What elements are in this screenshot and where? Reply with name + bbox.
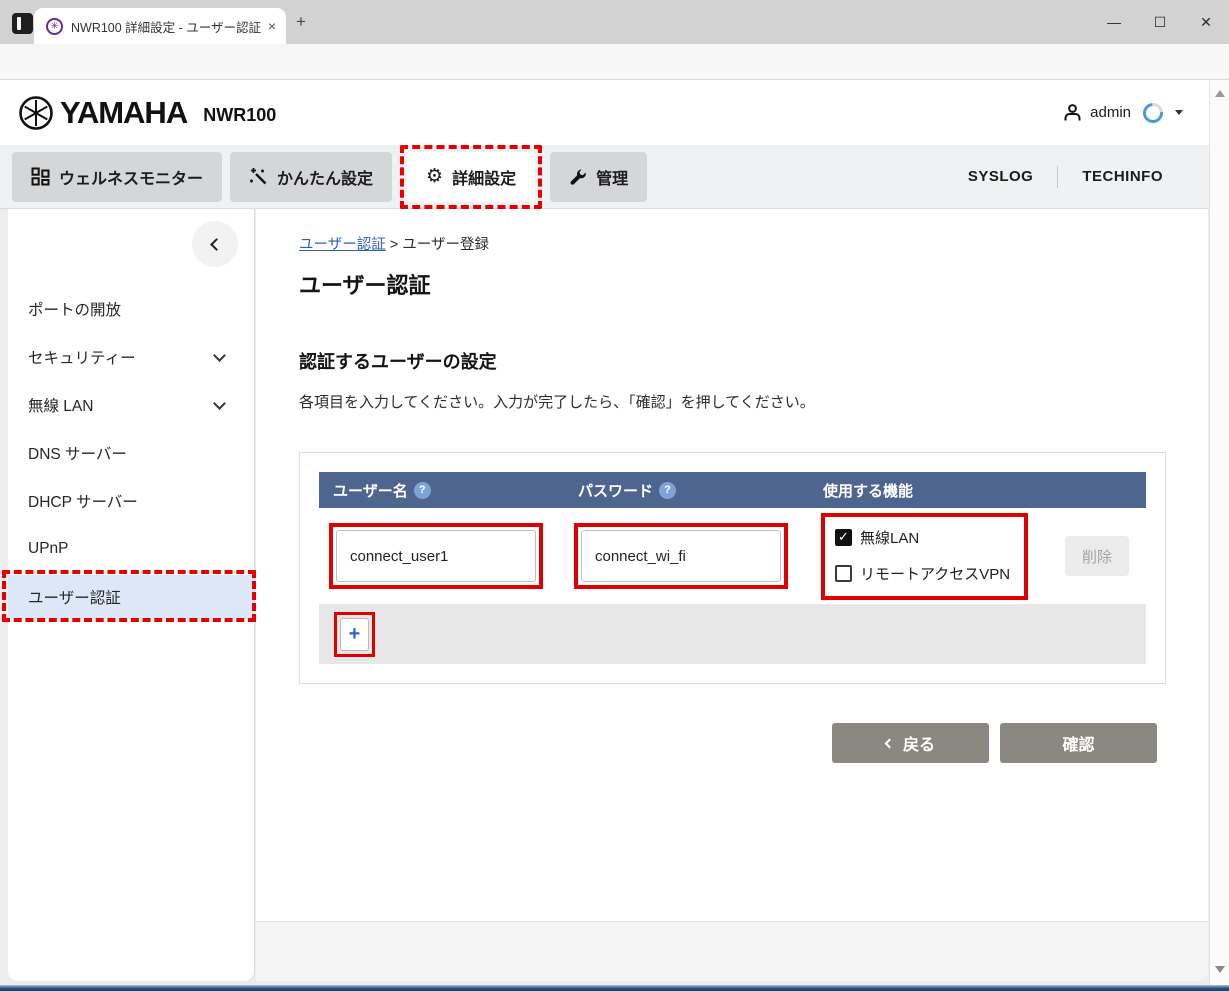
highlight-username-input (329, 523, 543, 589)
help-icon[interactable]: ? (414, 482, 431, 499)
sidebar-item-port-open[interactable]: ポートの開放 (8, 285, 254, 333)
app-header: YAMAHA NWR100 admin (0, 80, 1209, 145)
wrench-icon (569, 168, 587, 186)
add-row: + (319, 604, 1146, 664)
section-title: 認証するユーザーの設定 (299, 348, 1208, 374)
grid-icon (31, 167, 50, 186)
add-user-button[interactable]: + (340, 618, 369, 651)
wireless-lan-checkbox[interactable]: ✓ (835, 529, 852, 546)
maximize-button[interactable]: ☐ (1137, 0, 1183, 44)
breadcrumb: ユーザー認証 > ユーザー登録 (299, 233, 1208, 254)
sidebar-item-dhcp-server[interactable]: DHCP サーバー (8, 477, 254, 525)
yamaha-favicon-icon: ✳ (46, 18, 63, 35)
checkbox-label: 無線LAN (860, 527, 919, 548)
column-header-password: パスワード (578, 480, 653, 501)
tab-wellness-monitor[interactable]: ウェルネスモニター (12, 152, 222, 202)
column-header-features: 使用する機能 (823, 480, 913, 501)
sidebar-item-security[interactable]: セキュリティー (8, 333, 254, 381)
page-footer (256, 921, 1208, 981)
loading-spinner-icon (1139, 98, 1167, 126)
yamaha-logo-icon (18, 95, 54, 131)
techinfo-link[interactable]: TECHINFO (1082, 168, 1163, 185)
back-button[interactable]: 戻る (832, 723, 989, 763)
breadcrumb-separator: > (390, 237, 398, 253)
account-caret-icon[interactable] (1175, 110, 1183, 115)
main-navbar: ウェルネスモニター かんたん設定 ⚙ 詳細設定 管理 SYSLOG TECHIN… (0, 145, 1209, 209)
table-row: ✓ 無線LAN リモートアクセスVPN 削除 (319, 508, 1146, 604)
scroll-down-icon[interactable] (1215, 966, 1225, 973)
browser-titlebar: ✳ NWR100 詳細設定 - ユーザー認証 × + — ☐ ✕ (0, 0, 1229, 44)
delete-button[interactable]: 削除 (1065, 536, 1129, 576)
highlight-feature-checkboxes: ✓ 無線LAN リモートアクセスVPN (821, 513, 1028, 600)
minimize-button[interactable]: — (1091, 0, 1137, 44)
nav-tab-label: 管理 (596, 165, 628, 189)
window-controls: — ☐ ✕ (1091, 0, 1229, 44)
breadcrumb-current: ユーザー登録 (402, 237, 489, 253)
main-content: ユーザー認証 > ユーザー登録 ユーザー認証 認証するユーザーの設定 各項目を入… (256, 209, 1208, 921)
chevron-down-icon (213, 349, 226, 362)
nav-tab-label: ウェルネスモニター (59, 165, 203, 189)
highlight-add-button: + (334, 612, 375, 657)
gear-icon: ⚙ (426, 167, 443, 186)
section-description: 各項目を入力してください。入力が完了したら、「確認」を押してください。 (299, 391, 1208, 412)
chevron-left-icon (885, 738, 895, 748)
remote-access-vpn-checkbox[interactable] (835, 565, 852, 582)
page-scrollbar[interactable] (1209, 80, 1229, 985)
nav-divider (1057, 166, 1058, 188)
column-header-username: ユーザー名 (333, 480, 408, 501)
tab-title: NWR100 詳細設定 - ユーザー認証 (71, 17, 262, 36)
chevron-down-icon (213, 397, 226, 410)
model-name: NWR100 (203, 105, 276, 126)
window-bottom-border (0, 985, 1229, 991)
chevron-left-icon (210, 238, 223, 251)
tab-easy-settings[interactable]: かんたん設定 (230, 152, 392, 202)
breadcrumb-link[interactable]: ユーザー認証 (299, 237, 386, 253)
magic-wand-icon (249, 167, 268, 186)
username-input[interactable] (336, 530, 536, 582)
form-actions: 戻る 確認 (299, 723, 1166, 763)
browser-tab[interactable]: ✳ NWR100 詳細設定 - ユーザー認証 × (34, 8, 286, 44)
tab-management[interactable]: 管理 (550, 152, 647, 202)
tab-advanced-settings[interactable]: ⚙ 詳細設定 (407, 152, 535, 202)
checkbox-label: リモートアクセスVPN (860, 563, 1010, 584)
user-icon (1063, 103, 1082, 122)
sidebar-item-dns-server[interactable]: DNS サーバー (8, 429, 254, 477)
help-icon[interactable]: ? (659, 482, 676, 499)
admin-username: admin (1090, 104, 1131, 121)
table-header: ユーザー名 ? パスワード ? 使用する機能 (319, 472, 1146, 508)
password-input[interactable] (581, 530, 781, 582)
browser-toolbar: ← ⟳ ⚠ セキュリティ保護なし 192.168.100.1 /advanced… (0, 44, 1229, 80)
sidebar: ポートの開放 セキュリティー 無線 LAN DNS サーバー DHCP サーバー… (8, 209, 255, 981)
page-title: ユーザー認証 (299, 268, 1208, 300)
sidebar-collapse-button[interactable] (192, 221, 238, 267)
sidebar-item-upnp[interactable]: UPnP (8, 525, 254, 573)
syslog-link[interactable]: SYSLOG (968, 168, 1034, 185)
close-button[interactable]: ✕ (1183, 0, 1229, 44)
confirm-button[interactable]: 確認 (1000, 723, 1157, 763)
highlight-password-input (574, 523, 788, 589)
new-tab-button[interactable]: + (296, 12, 306, 32)
user-table-card: ユーザー名 ? パスワード ? 使用する機能 (299, 452, 1166, 684)
highlight-advanced-settings: ⚙ 詳細設定 (400, 145, 542, 209)
nav-tab-label: かんたん設定 (277, 165, 373, 189)
feature-remote-access-vpn: リモートアクセスVPN (835, 563, 1010, 584)
sidebar-item-wireless-lan[interactable]: 無線 LAN (8, 381, 254, 429)
brand-name: YAMAHA (60, 95, 187, 131)
tab-actions-icon[interactable] (12, 13, 33, 34)
tab-close-icon[interactable]: × (268, 18, 276, 34)
feature-wireless-lan: ✓ 無線LAN (835, 527, 1010, 548)
scroll-up-icon[interactable] (1215, 90, 1225, 97)
nav-tab-label: 詳細設定 (452, 165, 516, 189)
sidebar-item-user-auth[interactable]: ユーザー認証 (8, 575, 254, 619)
